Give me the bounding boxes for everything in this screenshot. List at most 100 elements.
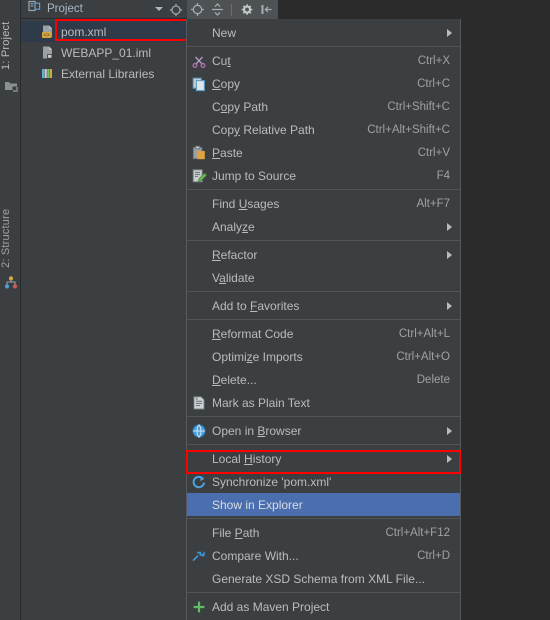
tool-tab-structure[interactable]: 2: Structure bbox=[0, 188, 21, 268]
project-panel-title: Project bbox=[47, 3, 83, 15]
menu-item-optimize-imports[interactable]: Optimize Imports Ctrl+Alt+O bbox=[187, 345, 460, 368]
menu-item-label: Analyze bbox=[212, 219, 255, 234]
menu-item-label: Synchronize 'pom.xml' bbox=[212, 474, 332, 489]
menu-separator bbox=[187, 518, 460, 519]
tree-item-label: External Libraries bbox=[61, 66, 155, 81]
menu-item-cut[interactable]: Cut Ctrl+X bbox=[187, 49, 460, 72]
menu-item-icon-placeholder bbox=[191, 298, 209, 314]
compare-icon bbox=[191, 548, 209, 564]
plain-text-icon: x bbox=[191, 395, 209, 411]
library-icon bbox=[40, 66, 55, 81]
menu-separator bbox=[187, 319, 460, 320]
menu-item-open-in-browser[interactable]: Open in Browser bbox=[187, 419, 460, 442]
iml-file-icon bbox=[40, 45, 55, 60]
menu-item-file-path[interactable]: File Path Ctrl+Alt+F12 bbox=[187, 521, 460, 544]
collapse-all-button[interactable] bbox=[210, 2, 227, 17]
ide-window: 1: Project 2: Structure Project <> pom.x… bbox=[0, 0, 550, 620]
context-menu[interactable]: New Cut Ctrl+X Copy Ctrl+C Copy Path Ctrl+Shif… bbox=[186, 19, 461, 620]
tree-item-label: pom.xml bbox=[61, 24, 107, 39]
submenu-arrow-icon bbox=[447, 251, 452, 259]
submenu-arrow-icon bbox=[447, 455, 452, 463]
toolbar-separator bbox=[231, 3, 232, 16]
menu-item-add-as-maven-project[interactable]: Add as Maven Project bbox=[187, 595, 460, 618]
plus-icon bbox=[191, 599, 209, 615]
menu-item-find-usages[interactable]: Find Usages Alt+F7 bbox=[187, 192, 460, 215]
project-toolbar bbox=[187, 0, 550, 19]
menu-item-label: Add to Favorites bbox=[212, 298, 300, 313]
menu-item-shortcut: Ctrl+Alt+O bbox=[396, 350, 450, 363]
menu-separator bbox=[187, 444, 460, 445]
menu-item-label: File Path bbox=[212, 525, 260, 540]
copy-icon bbox=[191, 76, 209, 92]
menu-item-label: Paste bbox=[212, 145, 243, 160]
menu-item-copy-relative-path[interactable]: Copy Relative Path Ctrl+Alt+Shift+C bbox=[187, 118, 460, 141]
menu-separator bbox=[187, 291, 460, 292]
menu-item-reformat-code[interactable]: Reformat Code Ctrl+Alt+L bbox=[187, 322, 460, 345]
menu-item-generate-xsd-schema-from-xml-file[interactable]: Generate XSD Schema from XML File... bbox=[187, 567, 460, 590]
tree-item-webapp-iml[interactable]: WEBAPP_01.iml bbox=[21, 42, 187, 63]
menu-item-label: Show in Explorer bbox=[212, 497, 303, 512]
menu-separator bbox=[187, 240, 460, 241]
menu-item-analyze[interactable]: Analyze bbox=[187, 215, 460, 238]
submenu-arrow-icon bbox=[447, 302, 452, 310]
menu-item-delete[interactable]: Delete... Delete bbox=[187, 368, 460, 391]
project-view-icon bbox=[28, 0, 41, 18]
menu-item-shortcut: Ctrl+Alt+F12 bbox=[385, 526, 450, 539]
menu-item-label: Optimize Imports bbox=[212, 349, 303, 364]
tree-item-pom-xml[interactable]: <> pom.xml bbox=[21, 21, 187, 42]
menu-separator bbox=[187, 189, 460, 190]
menu-item-shortcut: Delete bbox=[416, 373, 450, 386]
menu-item-label: Reformat Code bbox=[212, 326, 294, 341]
menu-separator bbox=[187, 46, 460, 47]
menu-separator bbox=[187, 592, 460, 593]
menu-item-local-history[interactable]: Local History bbox=[187, 447, 460, 470]
project-window-icon bbox=[4, 78, 18, 92]
project-file-tree[interactable]: <> pom.xml WEBAPP_01.iml External Librar… bbox=[21, 19, 187, 620]
menu-item-label: Jump to Source bbox=[212, 168, 297, 183]
menu-item-label: Add as Maven Project bbox=[212, 599, 330, 614]
menu-item-shortcut: Ctrl+C bbox=[417, 77, 450, 90]
paste-icon bbox=[191, 145, 209, 161]
menu-item-label: Open in Browser bbox=[212, 423, 302, 438]
menu-item-show-in-explorer[interactable]: Show in Explorer bbox=[187, 493, 460, 516]
tree-item-label: WEBAPP_01.iml bbox=[61, 45, 152, 60]
menu-item-shortcut: Ctrl+Alt+Shift+C bbox=[367, 123, 450, 136]
chevron-down-icon[interactable] bbox=[155, 7, 163, 11]
menu-item-shortcut: Ctrl+V bbox=[417, 146, 450, 159]
project-tool-window: Project <> pom.xml WEBAPP_01.iml Externa… bbox=[21, 0, 206, 620]
menu-item-copy[interactable]: Copy Ctrl+C bbox=[187, 72, 460, 95]
select-opened-file-button[interactable] bbox=[190, 2, 207, 17]
menu-item-label: Local History bbox=[212, 451, 282, 466]
menu-item-paste[interactable]: Paste Ctrl+V bbox=[187, 141, 460, 164]
jump-to-source-icon bbox=[191, 168, 209, 184]
menu-item-jump-to-source[interactable]: Jump to Source F4 bbox=[187, 164, 460, 187]
menu-item-copy-path[interactable]: Copy Path Ctrl+Shift+C bbox=[187, 95, 460, 118]
menu-item-icon-placeholder bbox=[191, 571, 209, 587]
menu-item-label: Copy Relative Path bbox=[212, 122, 315, 137]
structure-window-icon bbox=[4, 276, 18, 290]
left-tool-strip: 1: Project 2: Structure bbox=[0, 0, 21, 620]
menu-item-icon-placeholder bbox=[191, 349, 209, 365]
refresh-icon bbox=[191, 474, 209, 490]
menu-item-validate[interactable]: Validate bbox=[187, 266, 460, 289]
tool-tab-project[interactable]: 1: Project bbox=[0, 4, 21, 70]
menu-item-refactor[interactable]: Refactor bbox=[187, 243, 460, 266]
menu-item-icon-placeholder bbox=[191, 99, 209, 115]
menu-item-label: Validate bbox=[212, 270, 255, 285]
menu-item-synchronize-pom-xml[interactable]: Synchronize 'pom.xml' bbox=[187, 470, 460, 493]
menu-item-label: New bbox=[212, 25, 237, 40]
menu-item-label: Copy Path bbox=[212, 99, 269, 114]
menu-item-label: Delete... bbox=[212, 372, 257, 387]
menu-item-icon-placeholder bbox=[191, 326, 209, 342]
menu-item-new[interactable]: New bbox=[187, 21, 460, 44]
tree-item-external-libraries[interactable]: External Libraries bbox=[21, 63, 187, 84]
menu-item-compare-with[interactable]: Compare With... Ctrl+D bbox=[187, 544, 460, 567]
menu-item-mark-as-plain-text[interactable]: x Mark as Plain Text bbox=[187, 391, 460, 414]
hide-panel-icon[interactable] bbox=[259, 2, 276, 17]
menu-item-icon-placeholder bbox=[191, 372, 209, 388]
gear-icon[interactable] bbox=[239, 2, 256, 17]
menu-item-add-to-favorites[interactable]: Add to Favorites bbox=[187, 294, 460, 317]
menu-item-label: Mark as Plain Text bbox=[212, 395, 310, 410]
submenu-arrow-icon bbox=[447, 427, 452, 435]
menu-item-shortcut: Ctrl+X bbox=[417, 54, 450, 67]
